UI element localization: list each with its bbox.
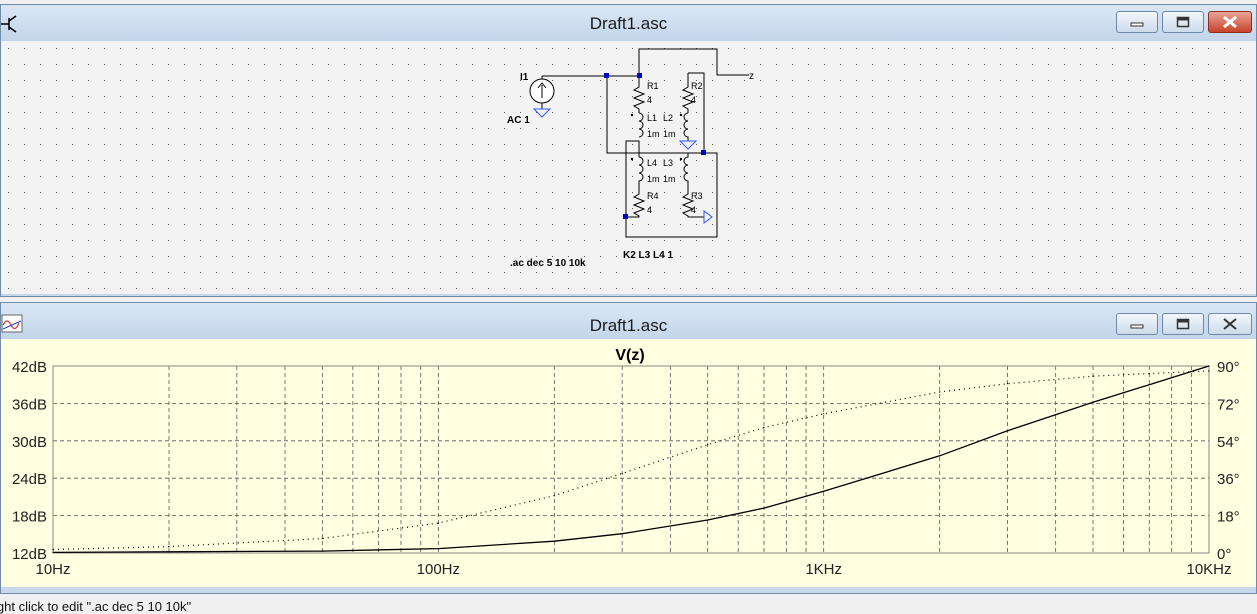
phase-point <box>707 444 709 446</box>
close-button[interactable] <box>1208 11 1252 33</box>
l4-value: 1m <box>647 174 660 184</box>
status-text: ight click to edit ".ac dec 5 10 10k" <box>0 599 192 614</box>
r4-value: 4 <box>647 205 652 215</box>
status-bar: ight click to edit ".ac dec 5 10 10k" <box>0 596 1257 614</box>
magnitude-trace <box>52 365 1210 554</box>
node-z-label: z <box>749 71 754 82</box>
phase-point <box>168 545 170 548</box>
x-tick-label: 100Hz <box>417 561 460 578</box>
x-tick-label: 1KHz <box>805 561 842 578</box>
y-left-tick-label: 18dB <box>12 509 47 526</box>
ac-directive[interactable]: .ac dec 5 10 10k <box>510 258 586 269</box>
close-icon <box>1223 318 1237 330</box>
plot-maximize-button[interactable] <box>1162 313 1204 335</box>
r2-label: R2 <box>691 81 703 91</box>
schematic-canvas[interactable]: I1 AC 1 z R1 4 L1 1m R2 4 L2 1m L4 1m R4… <box>1 41 1256 294</box>
magnitude-point <box>1006 430 1009 432</box>
y-right-tick-label: 72° <box>1217 396 1240 413</box>
phase-point <box>1148 372 1150 375</box>
plot-close-button[interactable] <box>1208 313 1252 335</box>
l1-value: 1m <box>647 129 660 139</box>
y-left-tick-label: 30dB <box>12 434 47 451</box>
source-value-label: AC 1 <box>507 115 530 126</box>
phase-point <box>553 495 555 497</box>
l4-label: L4 <box>647 158 657 168</box>
x-tick-label: 10KHz <box>1186 561 1231 578</box>
y-left-tick-label: 42dB <box>12 359 47 376</box>
phase-point <box>1092 375 1094 377</box>
r4-label: R4 <box>647 191 659 201</box>
k-directive[interactable]: K2 L3 L4 1 <box>623 250 673 261</box>
magnitude-point <box>52 551 54 553</box>
y-right-tick-label: 18° <box>1217 509 1240 526</box>
r3-label: R3 <box>691 191 703 201</box>
l3-value: 1m <box>663 174 676 184</box>
maximize-button[interactable] <box>1162 11 1204 33</box>
r2-value: 4 <box>691 95 696 105</box>
maximize-icon <box>1176 318 1190 330</box>
schematic-window[interactable]: Draft1.asc I1 AC 1 z R1 4 L1 1m R2 4 L2 … <box>0 4 1257 297</box>
y-left-tick-label: 36dB <box>12 396 47 413</box>
r3-value: 4 <box>691 205 696 215</box>
y-left-tick-label: 24dB <box>12 471 47 488</box>
x-tick-label: 10Hz <box>35 561 70 578</box>
plot-window-title: Draft1.asc <box>589 316 668 335</box>
close-icon <box>1223 15 1237 29</box>
schematic-window-title: Draft1.asc <box>589 14 668 33</box>
magnitude-point <box>707 519 709 521</box>
phase-point <box>939 391 941 393</box>
minimize-button[interactable] <box>1116 11 1158 33</box>
phase-trace <box>52 370 1210 551</box>
schematic-titlebar[interactable]: Draft1.asc <box>1 5 1256 41</box>
r1-label: R1 <box>647 81 659 91</box>
y-right-tick-label: 36° <box>1217 471 1240 488</box>
phase-point <box>1208 370 1210 372</box>
phase-point <box>763 426 765 429</box>
magnitude-point <box>1148 384 1150 386</box>
phase-point <box>1006 383 1009 385</box>
l1-label: L1 <box>647 113 657 123</box>
plot-minimize-button[interactable] <box>1116 313 1158 335</box>
phase-point <box>321 537 323 540</box>
phase-point <box>437 522 439 524</box>
y-right-tick-label: 54° <box>1217 434 1240 451</box>
l2-value: 1m <box>663 129 676 139</box>
magnitude-point <box>621 533 623 535</box>
plot-area[interactable]: 12dB 0° 18dB 18° 24dB 36° 30dB 54° 36dB 72° 42dB 90… <box>1 339 1256 587</box>
magnitude-point <box>321 550 323 552</box>
magnitude-point <box>823 490 825 492</box>
magnitude-point <box>1092 401 1094 403</box>
phase-point <box>823 413 825 415</box>
magnitude-point <box>553 540 555 542</box>
l3-label: L3 <box>663 158 673 168</box>
magnitude-point <box>1208 365 1210 367</box>
l2-label: L2 <box>663 113 673 123</box>
magnitude-point <box>168 551 170 553</box>
bode-chart[interactable]: 12dB 0°18dB 18°24dB 36°30dB 54°36dB 72°42dB 90… <box>1 339 1256 589</box>
plot-window[interactable]: Draft1.asc 12dB 0° 18dB 18° 24dB 36° 30dB 54° 36… <box>0 302 1257 594</box>
phase-point <box>52 548 54 551</box>
plot-titlebar[interactable]: Draft1.asc <box>1 303 1256 339</box>
magnitude-point <box>939 455 941 457</box>
magnitude-point <box>437 548 439 550</box>
plot-frame <box>52 365 1210 554</box>
minimize-icon <box>1130 324 1144 329</box>
r1-value: 4 <box>647 95 652 105</box>
minimize-icon <box>1130 22 1144 27</box>
y-right-tick-label: 90° <box>1217 359 1240 376</box>
phase-point <box>621 472 623 475</box>
source-name-label: I1 <box>520 72 529 83</box>
maximize-icon <box>1176 16 1190 28</box>
chart-title[interactable]: V(z) <box>615 347 644 364</box>
magnitude-point <box>763 507 765 509</box>
